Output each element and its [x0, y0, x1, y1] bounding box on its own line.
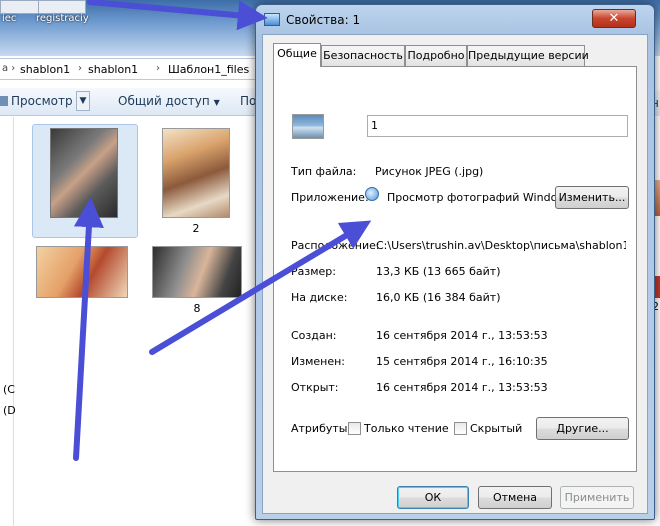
created-label: Создан:: [291, 329, 337, 342]
disk-size-label: На диске:: [291, 291, 348, 304]
explorer-toolbar: Просмотр ▼ Общий доступ ▼ По: [0, 88, 260, 116]
readonly-checkbox[interactable]: [348, 422, 361, 435]
view-button-label: Просмотр: [11, 94, 73, 108]
opened-label: Открыт:: [291, 381, 339, 394]
file-type-label: Тип файла:: [291, 165, 357, 178]
location-value[interactable]: C:\Users\trushin.av\Desktop\письма\shabl…: [376, 239, 626, 252]
tab-security[interactable]: Безопасность: [321, 45, 405, 66]
breadcrumb-item[interactable]: Шаблон1_files: [168, 63, 249, 76]
advanced-button[interactable]: Другие...: [536, 417, 629, 440]
chevron-right-icon[interactable]: ›: [78, 63, 82, 74]
desktop-file-icon[interactable]: [38, 0, 86, 14]
divider: [284, 317, 626, 318]
hidden-label[interactable]: Скрытый: [470, 422, 522, 435]
file-name-input[interactable]: 1: [367, 115, 628, 137]
opened-value: 16 сентября 2014 г., 13:53:53: [376, 381, 548, 394]
nav-drive-item[interactable]: (C: [3, 383, 15, 396]
thumbnail-image[interactable]: [50, 128, 118, 218]
attributes-label: Атрибуты:: [291, 422, 352, 435]
location-label: Расположение:: [291, 239, 380, 252]
chevron-right-icon: a ›: [2, 63, 16, 74]
dialog-body: Общие Безопасность Подробно Предыдущие в…: [262, 34, 648, 514]
nav-drive-item[interactable]: (D: [3, 404, 16, 417]
close-icon: ✕: [608, 11, 620, 26]
disk-size-value: 16,0 КБ (16 384 байт): [376, 291, 501, 304]
view-icon: [0, 96, 8, 106]
thumbnail-label: 2: [192, 222, 200, 235]
app-label: Приложение:: [291, 191, 369, 204]
modified-value: 15 сентября 2014 г., 16:10:35: [376, 355, 548, 368]
properties-dialog: Свойства: 1 ✕ Общие Безопасность Подробн…: [255, 4, 655, 520]
breadcrumb-item[interactable]: shablon1: [20, 63, 70, 76]
chevron-down-icon[interactable]: ▼: [76, 91, 90, 111]
tab-general[interactable]: Общие: [273, 43, 321, 67]
general-tab-panel: 1 Тип файла: Рисунок JPEG (.jpg) Приложе…: [273, 66, 637, 472]
chevron-down-icon: ▼: [213, 98, 220, 107]
cancel-button[interactable]: Отмена: [478, 486, 552, 509]
thumbnail-label: 8: [193, 302, 201, 315]
divider: [284, 221, 626, 222]
ok-button[interactable]: ОК: [397, 486, 469, 509]
apply-button[interactable]: Применить: [560, 486, 634, 509]
view-button[interactable]: Просмотр: [0, 94, 73, 108]
modified-label: Изменен:: [291, 355, 346, 368]
tab-details[interactable]: Подробно: [405, 45, 467, 66]
dialog-title: Свойства: 1: [286, 13, 361, 27]
photo-viewer-icon: [365, 187, 379, 201]
share-button[interactable]: Общий доступ ▼: [118, 94, 220, 108]
hidden-checkbox[interactable]: [454, 422, 467, 435]
file-thumbnail-icon: [292, 114, 324, 139]
share-button-label: Общий доступ: [118, 94, 210, 108]
change-button[interactable]: Изменить...: [555, 186, 629, 209]
size-value: 13,3 КБ (13 665 байт): [376, 265, 501, 278]
divider: [284, 405, 626, 406]
breadcrumb[interactable]: a › shablon1 › shablon1 › Шаблон1_files: [0, 58, 260, 80]
window-icon: [264, 13, 280, 26]
thumbnail-image[interactable]: [152, 246, 242, 298]
thumbnail-image[interactable]: [36, 246, 128, 298]
print-button[interactable]: По: [240, 94, 256, 108]
file-type-value: Рисунок JPEG (.jpg): [375, 165, 484, 178]
created-value: 16 сентября 2014 г., 13:53:53: [376, 329, 548, 342]
tab-previous-versions[interactable]: Предыдущие версии: [467, 45, 589, 66]
divider: [284, 151, 626, 152]
navigation-pane[interactable]: (C (D: [0, 117, 16, 526]
desktop-icon-label: registraciy: [36, 13, 89, 24]
readonly-label[interactable]: Только чтение: [364, 422, 449, 435]
close-button[interactable]: ✕: [592, 9, 636, 28]
thumbnail-image[interactable]: [162, 128, 230, 218]
chevron-right-icon[interactable]: ›: [156, 63, 160, 74]
size-label: Размер:: [291, 265, 336, 278]
breadcrumb-item[interactable]: shablon1: [88, 63, 138, 76]
app-value: Просмотр фотографий Windows: [387, 191, 573, 204]
desktop-icon-label: iec: [2, 13, 17, 24]
